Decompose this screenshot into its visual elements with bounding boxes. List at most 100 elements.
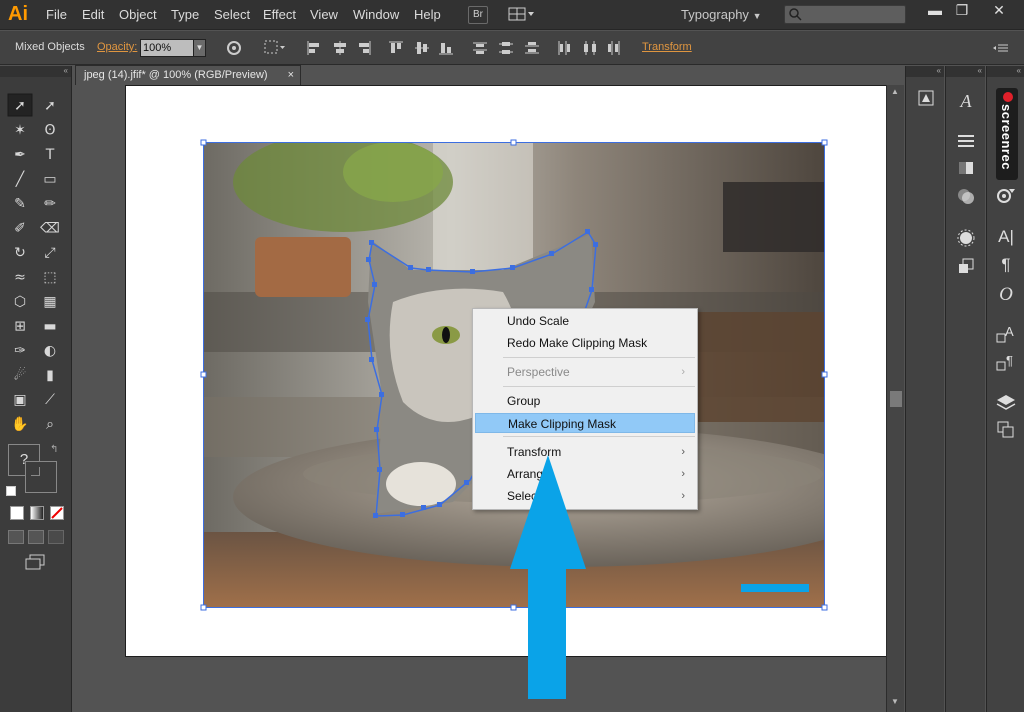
mesh-tool-icon[interactable]: ⊞ (14, 319, 26, 335)
default-fill-stroke-icon[interactable] (6, 486, 16, 496)
screen-mode-icon[interactable] (24, 554, 46, 570)
stroke-swatch[interactable] (25, 461, 57, 493)
distribute-bottom-icon[interactable] (524, 40, 540, 56)
menu-file[interactable]: File (46, 7, 67, 22)
reference-point-icon[interactable] (264, 40, 285, 56)
menu-edit[interactable]: Edit (82, 7, 104, 22)
distribute-top-icon[interactable] (472, 40, 488, 56)
menu-window[interactable]: Window (353, 7, 399, 22)
eraser-tool-icon[interactable]: ⌫ (40, 221, 60, 237)
panel-menu-icon[interactable] (992, 40, 1008, 56)
scrollbar-thumb[interactable] (890, 391, 902, 407)
draw-behind-icon[interactable] (28, 530, 44, 544)
search-input[interactable] (784, 5, 906, 24)
align-left-icon[interactable] (306, 40, 322, 56)
distribute-left-icon[interactable] (556, 40, 572, 56)
menu-item-make-clipping-mask[interactable]: Make Clipping Mask (475, 413, 695, 433)
line-tool-icon[interactable]: ╱ (15, 171, 26, 188)
column-graph-tool-icon[interactable]: ▮ (46, 368, 54, 384)
align-bottom-icon[interactable] (438, 40, 454, 56)
bridge-button[interactable]: Br (468, 6, 488, 24)
paragraph-styles-icon[interactable]: ¶ (994, 352, 1018, 374)
menu-select[interactable]: Select (214, 7, 250, 22)
character-styles-panel-icon[interactable]: A (994, 324, 1018, 346)
recolor-artwork-icon[interactable] (226, 40, 242, 56)
opacity-label[interactable]: Opacity: (97, 41, 137, 53)
menu-view[interactable]: View (310, 7, 338, 22)
graphic-styles-icon[interactable] (954, 256, 978, 278)
selection-tool-icon[interactable]: ➚ (7, 93, 33, 117)
menu-object[interactable]: Object (119, 7, 157, 22)
toolbar-collapse-icon[interactable]: « (0, 66, 71, 77)
perspective-grid-tool-icon[interactable]: ▦ (43, 294, 56, 310)
character-styles-icon[interactable]: A (954, 90, 978, 112)
document-tab[interactable]: jpeg (14).jfif* @ 100% (RGB/Preview) × (75, 65, 301, 85)
transform-link[interactable]: Transform (642, 41, 692, 53)
close-tab-icon[interactable]: × (288, 66, 294, 84)
appearance-icon[interactable] (954, 228, 978, 250)
menu-item-group[interactable]: Group (475, 391, 695, 411)
gradient-mode[interactable] (30, 506, 44, 520)
width-tool-icon[interactable]: ≈ (14, 270, 26, 286)
scroll-up-icon[interactable]: ▲ (891, 87, 899, 96)
blend-tool-icon[interactable]: ◐ (44, 343, 56, 359)
menu-effect[interactable]: Effect (263, 7, 296, 22)
paragraph-icon[interactable]: ¶ (994, 254, 1018, 276)
menu-help[interactable]: Help (414, 7, 441, 22)
symbols-icon[interactable] (994, 186, 1018, 208)
distribute-middle-icon[interactable] (498, 40, 514, 56)
align-right-icon[interactable] (356, 40, 372, 56)
opacity-dropdown-button[interactable]: ▼ (193, 39, 206, 57)
distribute-center-icon[interactable] (582, 40, 598, 56)
none-mode[interactable] (50, 506, 64, 520)
hand-tool-icon[interactable]: ✋ (11, 416, 28, 433)
vertical-scrollbar[interactable]: ▲ ▼ (886, 85, 904, 712)
menu-type[interactable]: Type (171, 7, 199, 22)
opentype-icon[interactable]: O (994, 284, 1018, 306)
swap-fill-stroke-icon[interactable]: ↰ (50, 444, 58, 455)
layers-icon[interactable] (994, 392, 1018, 414)
slice-tool-icon[interactable]: ⟋ (45, 392, 55, 408)
rectangle-tool-icon[interactable]: ▭ (43, 172, 56, 188)
dock-collapse-icon[interactable]: « (946, 66, 985, 77)
blob-brush-tool-icon[interactable]: ✐ (14, 221, 26, 237)
navigator-icon[interactable] (914, 88, 938, 110)
zoom-tool-icon[interactable]: ⌕ (46, 417, 54, 433)
scale-tool-icon[interactable]: ⤢ (44, 245, 55, 261)
fill-color-mode[interactable] (10, 506, 24, 520)
magic-wand-tool-icon[interactable]: ✶ (14, 123, 26, 139)
character-icon[interactable]: A| (994, 226, 1018, 248)
draw-normal-icon[interactable] (8, 530, 24, 544)
menu-item-redo-make-clipping-mask[interactable]: Redo Make Clipping Mask (475, 333, 695, 353)
lasso-tool-icon[interactable]: ʘ (44, 123, 55, 139)
type-tool-icon[interactable]: T (45, 147, 55, 163)
transparency-icon[interactable] (954, 186, 978, 208)
rotate-tool-icon[interactable]: ↻ (14, 245, 26, 261)
align-center-icon[interactable] (332, 40, 348, 56)
menu-item-undo-scale[interactable]: Undo Scale (475, 311, 695, 331)
restore-button[interactable]: ❐ (944, 0, 980, 22)
direct-selection-tool-icon[interactable]: ➚ (44, 98, 56, 114)
stroke-icon[interactable] (954, 130, 978, 152)
paintbrush-tool-icon[interactable]: ✎ (14, 196, 26, 212)
draw-inside-icon[interactable] (48, 530, 64, 544)
free-transform-tool-icon[interactable]: ⬚ (43, 270, 56, 286)
arrange-documents-icon[interactable] (508, 6, 536, 24)
symbol-sprayer-tool-icon[interactable]: ☄ (14, 367, 27, 384)
pencil-tool-icon[interactable]: ✏ (44, 196, 56, 212)
workspace-switcher[interactable]: Typography ▼ (681, 7, 761, 22)
align-middle-icon[interactable] (414, 40, 430, 56)
artboards-icon[interactable] (994, 420, 1018, 442)
artboard-tool-icon[interactable]: ▣ (13, 392, 26, 408)
dock-collapse-icon[interactable]: « (906, 66, 944, 77)
distribute-right-icon[interactable] (606, 40, 622, 56)
gradient-tool-icon[interactable]: ▬ (43, 319, 56, 335)
gradient-panel-icon[interactable] (954, 158, 978, 180)
shape-builder-tool-icon[interactable]: ⬡ (14, 294, 26, 310)
pen-tool-icon[interactable]: ✒ (14, 147, 26, 163)
dock-collapse-icon[interactable]: « (987, 66, 1024, 77)
align-top-icon[interactable] (388, 40, 404, 56)
eyedropper-tool-icon[interactable]: ✑ (14, 343, 26, 359)
scroll-down-icon[interactable]: ▼ (891, 697, 899, 706)
close-button[interactable]: ✕ (980, 0, 1018, 22)
